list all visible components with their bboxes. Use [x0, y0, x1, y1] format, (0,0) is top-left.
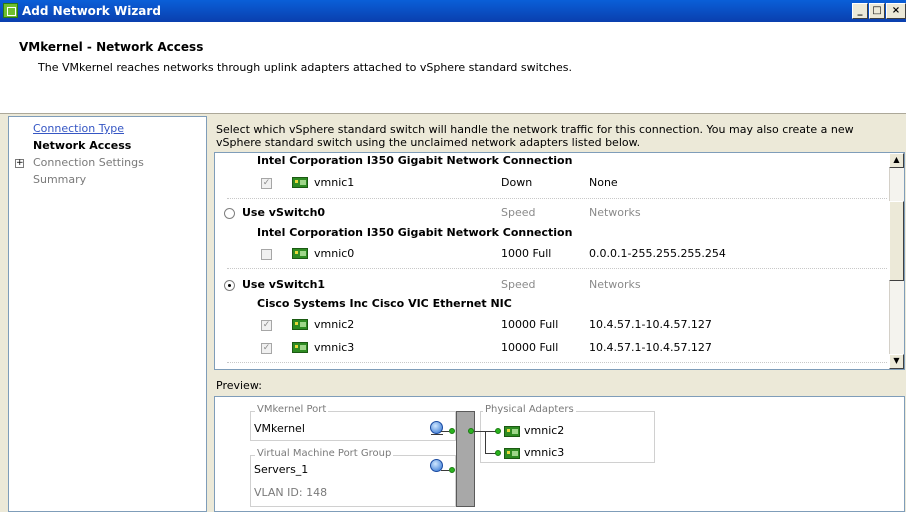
- window-title: Add Network Wizard: [22, 4, 161, 18]
- vmkernel-name: VMkernel: [254, 422, 305, 435]
- networks-header: Networks: [589, 206, 641, 219]
- step-summary: Summary: [33, 173, 87, 186]
- nic-networks: 10.4.57.1-10.4.57.127: [589, 341, 712, 354]
- connector-line: [485, 431, 486, 453]
- radio-vswitch0[interactable]: [224, 208, 235, 219]
- network-adapter-icon: [292, 319, 308, 330]
- network-adapter-icon: [292, 177, 308, 188]
- minimize-button[interactable]: _: [852, 3, 868, 19]
- nic-group-title: Intel Corporation I350 Gigabit Network C…: [257, 154, 573, 167]
- maximize-button[interactable]: □: [869, 3, 885, 19]
- physical-nic-name: vmnic3: [524, 446, 565, 459]
- checkbox-vmnic2: ✓: [261, 320, 272, 331]
- nic-name: vmnic3: [314, 341, 355, 354]
- nic-name: vmnic0: [314, 247, 355, 260]
- network-globe-icon: [430, 421, 443, 434]
- nic-group-title: Intel Corporation I350 Gigabit Network C…: [257, 226, 573, 239]
- wizard-app-icon: [3, 3, 18, 18]
- nic-speed: Down: [501, 176, 533, 189]
- nic-speed: 10000 Full: [501, 341, 559, 354]
- vm-port-group-name: Servers_1: [254, 463, 309, 476]
- connector-line: [441, 470, 449, 471]
- connector-line: [431, 434, 443, 435]
- nic-speed: 1000 Full: [501, 247, 552, 260]
- speed-header: Speed: [501, 278, 536, 291]
- network-adapter-icon: [504, 448, 520, 459]
- vswitch1-label[interactable]: Use vSwitch1: [242, 278, 325, 291]
- network-adapter-icon: [292, 342, 308, 353]
- vm-port-group-title: Virtual Machine Port Group: [255, 448, 394, 459]
- step-connection-settings: Connection Settings: [33, 156, 144, 169]
- separator: [227, 198, 887, 199]
- radio-vswitch1[interactable]: [224, 280, 235, 291]
- wizard-steps-pane: Connection Type Network Access + Connect…: [8, 116, 207, 512]
- wizard-header: VMkernel - Network Access The VMkernel r…: [0, 22, 906, 114]
- link-dot-icon: [495, 428, 501, 434]
- page-title: VMkernel - Network Access: [19, 40, 204, 54]
- nic-networks: 0.0.0.1-255.255.255.254: [589, 247, 726, 260]
- speed-header: Speed: [501, 206, 536, 219]
- expand-plus-icon[interactable]: +: [15, 159, 24, 168]
- scroll-down-arrow-icon[interactable]: ▼: [889, 354, 904, 369]
- step-connection-type[interactable]: Connection Type: [33, 122, 124, 135]
- physical-adapters-title: Physical Adapters: [483, 404, 576, 415]
- window-titlebar: Add Network Wizard _ □ ×: [0, 0, 906, 22]
- step-network-access: Network Access: [33, 139, 132, 152]
- preview-label: Preview:: [216, 379, 262, 392]
- vmkernel-port-title: VMkernel Port: [255, 404, 329, 415]
- checkbox-vmnic0[interactable]: [261, 249, 272, 260]
- nic-name: vmnic1: [314, 176, 355, 189]
- vswitch0-label[interactable]: Use vSwitch0: [242, 206, 325, 219]
- link-dot-icon: [449, 467, 455, 473]
- switch-list[interactable]: Intel Corporation I350 Gigabit Network C…: [214, 152, 905, 370]
- physical-nic-name: vmnic2: [524, 424, 565, 437]
- checkbox-vmnic3: ✓: [261, 343, 272, 354]
- link-dot-icon: [449, 428, 455, 434]
- instruction-text: Select which vSphere standard switch wil…: [216, 123, 854, 149]
- nic-speed: 10000 Full: [501, 318, 559, 331]
- vswitch-bar: [456, 411, 475, 507]
- preview-diagram: VMkernel Port VMkernel Virtual Machine P…: [214, 396, 905, 512]
- networks-header: Networks: [589, 278, 641, 291]
- checkbox-vmnic1: ✓: [261, 178, 272, 189]
- separator: [227, 268, 887, 269]
- close-button[interactable]: ×: [886, 3, 906, 19]
- link-dot-icon: [495, 450, 501, 456]
- page-description: The VMkernel reaches networks through up…: [38, 61, 573, 74]
- scroll-thumb[interactable]: [889, 201, 904, 281]
- network-adapter-icon: [504, 426, 520, 437]
- separator: [227, 362, 887, 363]
- nic-networks: None: [589, 176, 618, 189]
- nic-group-title: Cisco Systems Inc Cisco VIC Ethernet NIC: [257, 297, 512, 310]
- nic-name: vmnic2: [314, 318, 355, 331]
- network-adapter-icon: [292, 248, 308, 259]
- scroll-up-arrow-icon[interactable]: ▲: [889, 153, 904, 168]
- connector-line: [441, 431, 449, 432]
- nic-networks: 10.4.57.1-10.4.57.127: [589, 318, 712, 331]
- vlan-id: VLAN ID: 148: [254, 486, 328, 499]
